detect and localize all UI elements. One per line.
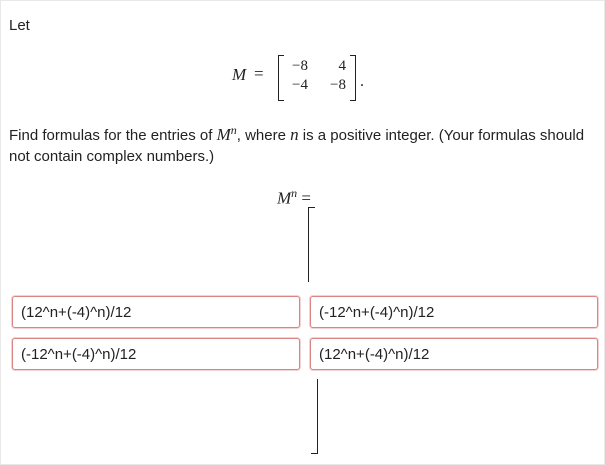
n-symbol: n <box>290 125 299 144</box>
answer-input-r1c1[interactable] <box>310 338 598 370</box>
matrix-symbol: M <box>232 65 247 84</box>
answer-base: M <box>277 188 292 208</box>
answer-input-r0c1[interactable] <box>310 296 598 328</box>
answer-right-bracket <box>311 379 318 454</box>
answer-input-r1c0[interactable] <box>12 338 300 370</box>
answer-left-bracket <box>308 207 315 282</box>
right-bracket <box>350 55 356 101</box>
matrix-entry-r1c1: −8 <box>330 77 346 93</box>
answer-lhs: Mn = <box>277 186 311 209</box>
question-prompt: Find formulas for the entries of Mn, whe… <box>9 120 589 167</box>
matrix-entry-r0c0: −8 <box>292 58 308 74</box>
matrix-entry-r0c1: 4 <box>338 58 347 74</box>
period: . <box>360 73 364 90</box>
answer-exponent: n <box>291 186 298 200</box>
matrix-entry-r1c0: −4 <box>292 77 308 93</box>
answer-input-r0c0[interactable] <box>12 296 300 328</box>
prompt-before: Find formulas for the entries of <box>9 127 217 144</box>
prompt-middle: , where <box>236 127 291 144</box>
equals-sign: = <box>254 64 264 83</box>
answer-equals: = <box>301 188 312 208</box>
let-label: Let <box>9 17 30 34</box>
power-base: M <box>216 125 231 144</box>
